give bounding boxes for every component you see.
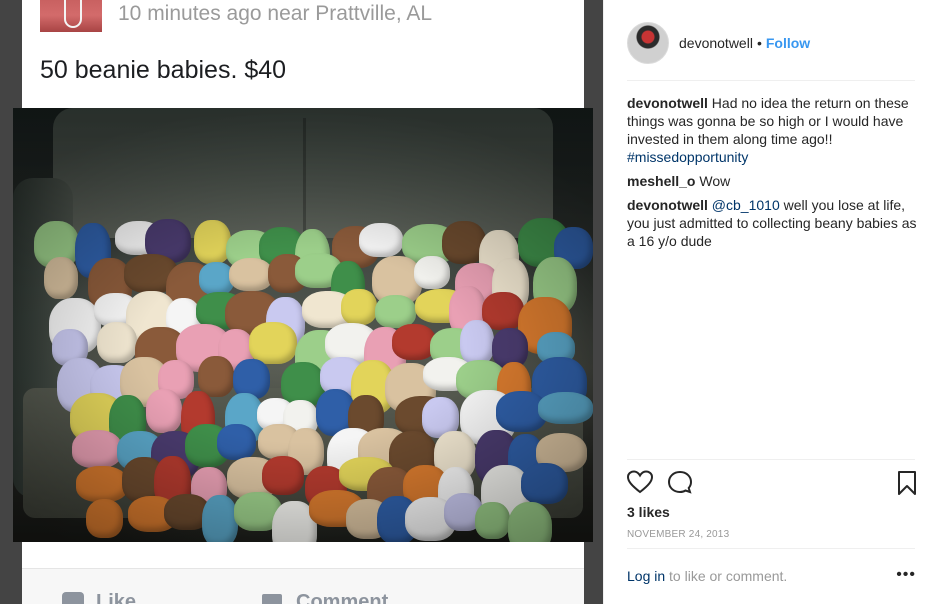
beanie-toy — [43, 257, 78, 299]
profile-avatar[interactable] — [627, 22, 669, 64]
beanie-toy — [194, 220, 232, 264]
mention-link[interactable]: @cb_1010 — [712, 197, 780, 213]
username-link[interactable]: devonotwell — [679, 35, 753, 51]
comment-item: devonotwell Had no idea the return on th… — [627, 94, 917, 166]
post-photo[interactable] — [13, 108, 593, 542]
separator-dot: • — [756, 35, 762, 51]
hashtag-link[interactable]: #missedopportunity — [627, 149, 748, 165]
login-text: to like or comment. — [669, 568, 788, 584]
comment-icon — [262, 594, 282, 604]
follow-button[interactable]: Follow — [766, 35, 810, 51]
beanie-toy — [359, 222, 404, 258]
beanie-toy — [521, 462, 569, 504]
comment-item: meshell_o Wow — [627, 172, 917, 190]
beanie-toy — [71, 430, 123, 468]
comment-username[interactable]: meshell_o — [627, 173, 695, 189]
post-date[interactable]: NOVEMBER 24, 2013 — [627, 529, 729, 540]
post-actions-bar: Like Comment — [22, 568, 584, 604]
comment-username[interactable]: devonotwell — [627, 95, 708, 111]
fb-comment-button[interactable]: Comment — [262, 591, 388, 604]
comment-label: Comment — [296, 591, 389, 604]
beanie-toy — [249, 321, 297, 364]
beanie-toy — [75, 466, 128, 502]
thumbs-up-icon — [62, 592, 84, 604]
post-title: 50 beanie babies. $40 — [40, 56, 287, 84]
post-backdrop: 10 minutes ago near Prattville, AL 50 be… — [0, 0, 603, 604]
actions-divider — [627, 459, 915, 460]
comments-list: devonotwell Had no idea the return on th… — [627, 94, 917, 256]
beanie-toy — [413, 255, 450, 290]
comment-item: devonotwell @cb_1010 well you lose at li… — [627, 196, 917, 250]
fb-like-button[interactable]: Like — [62, 591, 136, 604]
comment-username[interactable]: devonotwell — [627, 197, 708, 213]
beanie-toy — [507, 501, 553, 542]
like-label: Like — [96, 591, 137, 604]
actions-row — [626, 470, 917, 499]
beanie-toy — [217, 424, 257, 461]
login-prompt: Log in to like or comment. — [627, 568, 787, 584]
beanie-toy — [145, 389, 182, 433]
beanie-toy — [341, 289, 378, 326]
login-link[interactable]: Log in — [627, 568, 665, 584]
login-divider — [627, 548, 915, 549]
beanie-toy — [374, 294, 417, 328]
post-meta: 10 minutes ago near Prattville, AL — [118, 2, 433, 25]
header-divider — [627, 80, 915, 81]
beanie-toy — [475, 501, 510, 540]
beanie-toy — [460, 320, 495, 365]
beanie-toy — [86, 498, 124, 539]
beanie-toy — [97, 321, 138, 364]
beanie-toy — [198, 355, 235, 397]
beanie-toy — [228, 257, 274, 292]
couch-back — [53, 108, 553, 238]
more-options-icon[interactable]: ••• — [896, 566, 916, 584]
beanie-toy — [261, 456, 305, 496]
profile-header: devonotwell • Follow — [679, 35, 810, 51]
comment-bubble-icon[interactable] — [667, 470, 693, 499]
likes-count[interactable]: 3 likes — [627, 504, 670, 520]
comment-text: Wow — [699, 173, 731, 189]
heart-icon[interactable] — [626, 470, 654, 499]
instagram-panel: devonotwell • Follow devonotwell Had no id… — [603, 0, 940, 604]
beanie-toy — [538, 391, 593, 424]
beanie-toy — [202, 494, 239, 542]
bookmark-icon[interactable] — [897, 470, 917, 501]
post-author-avatar[interactable] — [40, 0, 102, 32]
